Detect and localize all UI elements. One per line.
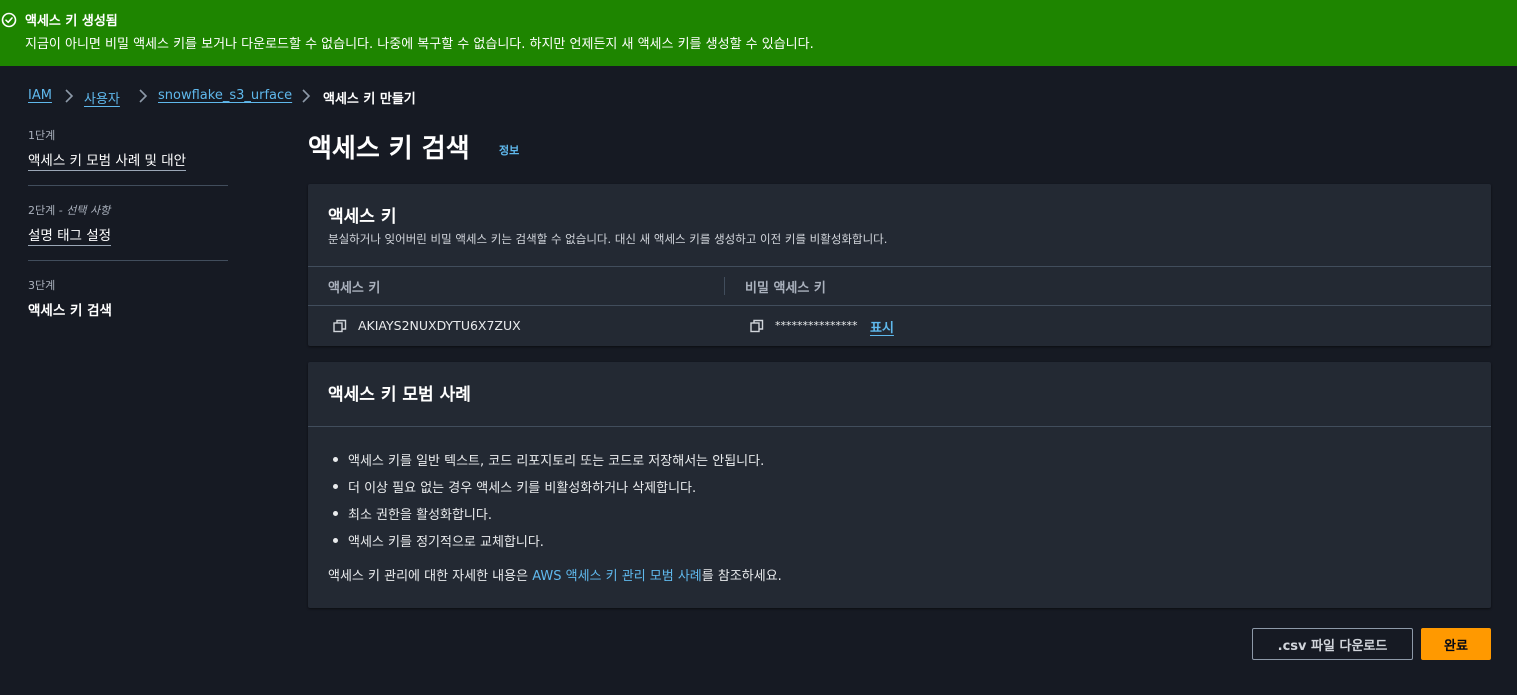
column-divider (724, 277, 725, 295)
chevron-right-icon (139, 89, 148, 103)
list-item: 액세스 키를 일반 텍스트, 코드 리포지토리 또는 코드로 저장해서는 안됩니… (328, 450, 764, 477)
step-2: 2단계 - 선택 사항 설명 태그 설정 (28, 202, 228, 246)
chevron-right-icon (302, 89, 311, 103)
list-item: 액세스 키를 정기적으로 교체합니다. (328, 531, 764, 558)
access-key-panel: 액세스 키 분실하거나 잊어버린 비밀 액세스 키는 검색할 수 없습니다. 대… (308, 184, 1491, 346)
copy-icon[interactable] (750, 319, 764, 333)
column-header-access-key: 액세스 키 (328, 281, 381, 296)
table-header-divider (308, 305, 1491, 306)
step-1: 1단계 액세스 키 모범 사례 및 대안 (28, 127, 228, 171)
step-1-link[interactable]: 액세스 키 모범 사례 및 대안 (28, 149, 187, 171)
step-number: 2단계 - 선택 사항 (28, 204, 111, 217)
access-key-panel-title: 액세스 키 (328, 207, 397, 227)
list-item: 최소 권한을 활성화합니다. (328, 504, 764, 531)
panel-divider (308, 266, 1491, 267)
step-divider (28, 260, 228, 261)
breadcrumb-iam[interactable]: IAM (28, 88, 52, 103)
breadcrumb-current: 액세스 키 만들기 (323, 92, 416, 107)
step-number: 3단계 (28, 279, 56, 292)
banner-title: 액세스 키 생성됨 (25, 14, 118, 29)
copy-icon[interactable] (333, 319, 347, 333)
breadcrumb-user-name[interactable]: snowflake_s3_urface (158, 88, 292, 103)
breadcrumb-users[interactable]: 사용자 (84, 88, 120, 107)
best-practices-list: 액세스 키를 일반 텍스트, 코드 리포지토리 또는 코드로 저장해서는 안됩니… (328, 450, 764, 558)
step-3-current: 액세스 키 검색 (28, 303, 112, 319)
access-key-panel-description: 분실하거나 잊어버린 비밀 액세스 키는 검색할 수 없습니다. 대신 새 액세… (328, 232, 888, 246)
step-number: 1단계 (28, 129, 56, 142)
best-practices-panel: 액세스 키 모범 사례 액세스 키를 일반 텍스트, 코드 리포지토리 또는 코… (308, 362, 1491, 608)
secret-key-masked: *************** (775, 319, 858, 332)
best-practices-doc-link[interactable]: AWS 액세스 키 관리 모범 사례 (532, 569, 702, 584)
show-secret-link[interactable]: 표시 (870, 317, 894, 336)
info-link[interactable]: 정보 (499, 142, 519, 158)
page-title: 액세스 키 검색 (308, 134, 470, 164)
column-header-secret-key: 비밀 액세스 키 (745, 281, 826, 296)
panel-divider (308, 426, 1491, 427)
step-divider (28, 185, 228, 186)
step-2-link[interactable]: 설명 태그 설정 (28, 224, 112, 246)
best-practices-title: 액세스 키 모범 사례 (328, 385, 471, 405)
list-item: 더 이상 필요 없는 경우 액세스 키를 비활성화하거나 삭제합니다. (328, 477, 764, 504)
chevron-right-icon (65, 89, 74, 103)
done-button[interactable]: 완료 (1421, 628, 1491, 660)
reference-text: 액세스 키 관리에 대한 자세한 내용은 AWS 액세스 키 관리 모범 사례를… (328, 569, 782, 584)
access-key-id: AKIAYS2NUXDYTU6X7ZUX (358, 318, 521, 333)
success-banner: 액세스 키 생성됨 지금이 아니면 비밀 액세스 키를 보거나 다운로드할 수 … (0, 0, 1517, 66)
banner-message: 지금이 아니면 비밀 액세스 키를 보거나 다운로드할 수 없습니다. 나중에 … (25, 37, 814, 52)
step-optional: - 선택 사항 (58, 204, 111, 217)
check-circle-icon (1, 12, 17, 28)
download-csv-button[interactable]: .csv 파일 다운로드 (1252, 628, 1413, 660)
step-3: 3단계 액세스 키 검색 (28, 277, 228, 320)
